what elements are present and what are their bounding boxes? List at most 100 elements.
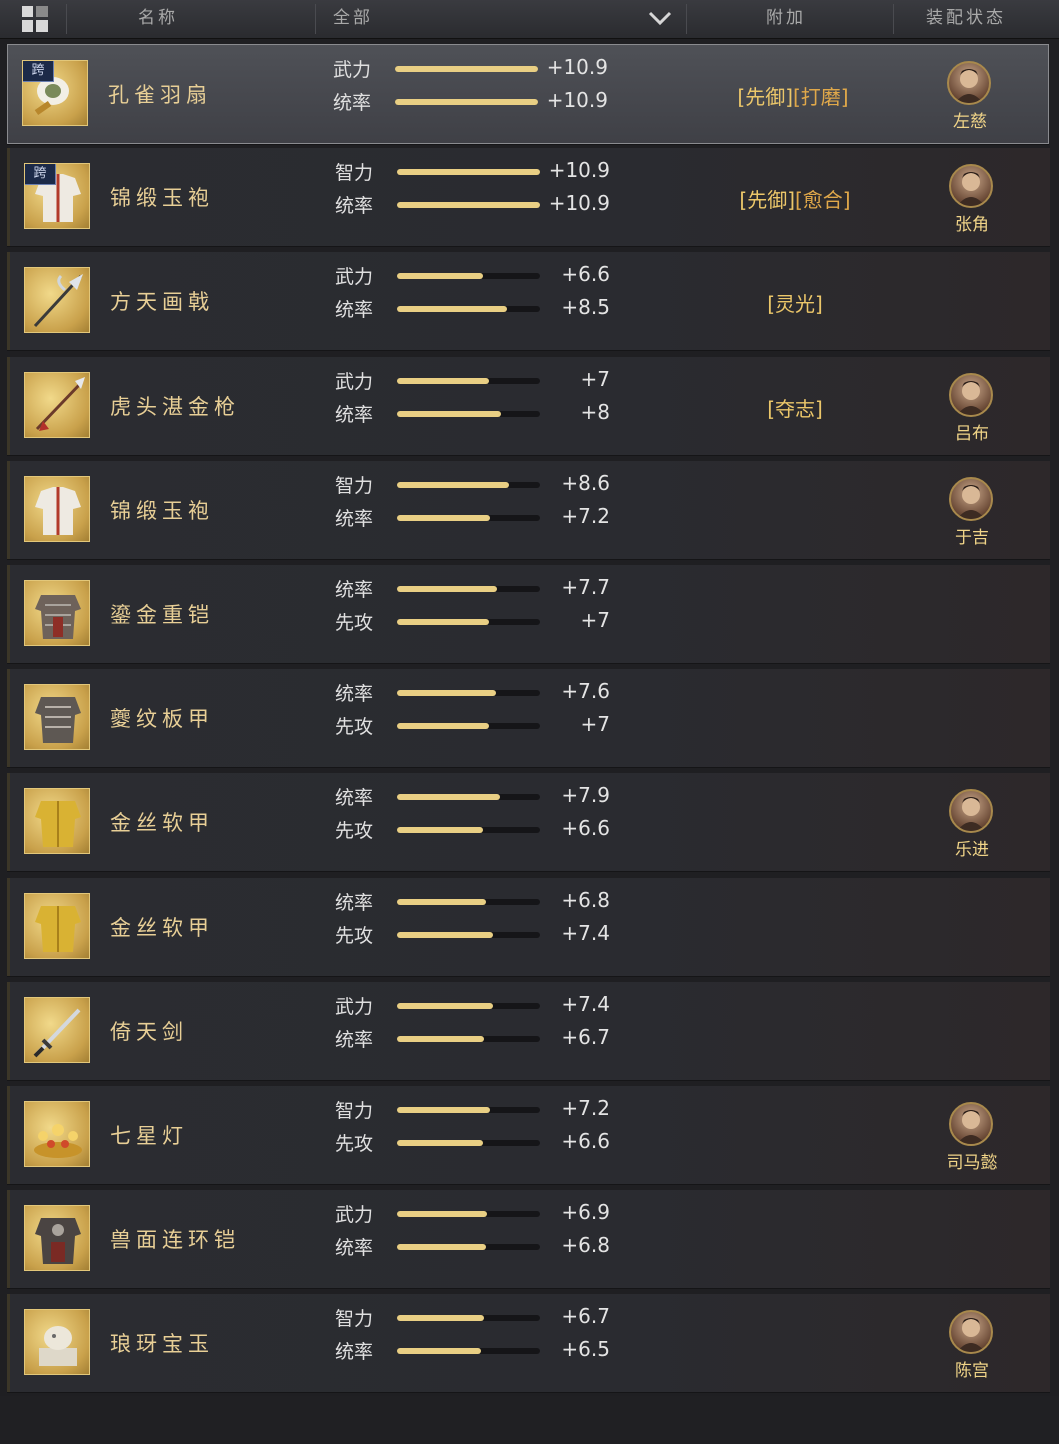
stat-value: +10.9 (548, 191, 610, 215)
hero-avatar[interactable] (949, 1102, 993, 1146)
stat-label: 智力 (335, 475, 374, 497)
extra-effects: [灵光] (700, 288, 890, 317)
stat-value: +6.8 (561, 888, 610, 912)
extra-effect-tag: [灵光] (767, 292, 823, 316)
stat-value: +6.6 (561, 1129, 610, 1153)
stat-bar-fill (397, 619, 489, 625)
equipment-row[interactable]: 金丝软甲 统率 +7.9 先攻 +6.6 乐进 (7, 773, 1050, 871)
chain-armor-icon (24, 1205, 90, 1271)
heavy-armor-icon (24, 580, 90, 646)
equipped-hero-name: 陈宫 (955, 1361, 989, 1381)
item-name: 琅玡宝玉 (110, 1332, 214, 1356)
stat-label: 智力 (335, 1308, 374, 1330)
equipment-row[interactable]: 虎头湛金枪 武力 +7 统率 +8 [夺志] 吕布 (7, 357, 1050, 455)
stat-bar-fill (395, 99, 538, 105)
hero-avatar[interactable] (949, 164, 993, 208)
stat-bar-fill (397, 1211, 487, 1217)
equipment-row[interactable]: 兽面连环铠 武力 +6.9 统率 +6.8 (7, 1190, 1050, 1288)
hero-avatar[interactable] (949, 1310, 993, 1354)
stat-bar-fill (397, 1244, 486, 1250)
stat-bar-fill (397, 1348, 481, 1354)
item-name: 锦缎玉袍 (110, 186, 214, 210)
equipped-hero-name: 左慈 (953, 112, 987, 132)
name-column-header[interactable]: 名称 (138, 0, 178, 38)
hero-avatar[interactable] (949, 789, 993, 833)
equipment-row[interactable]: 金丝软甲 统率 +6.8 先攻 +7.4 (7, 878, 1050, 976)
equipped-hero-name: 吕布 (955, 424, 989, 444)
item-name: 孔雀羽扇 (108, 83, 212, 107)
stat-bar-fill (397, 932, 493, 938)
hero-avatar[interactable] (949, 477, 993, 521)
list-footer (0, 1396, 1059, 1444)
stat-bar (397, 306, 540, 312)
chevron-down-icon[interactable] (648, 10, 672, 26)
stat-bar (397, 1211, 540, 1217)
stat-value: +10.9 (546, 55, 608, 79)
stat-value: +6.8 (561, 1233, 610, 1257)
stat-bar (397, 619, 540, 625)
extra-column-header[interactable]: 附加 (766, 0, 806, 38)
stat-bar (395, 66, 538, 72)
stat-value: +7 (580, 712, 610, 736)
gold-armor-icon (24, 893, 90, 959)
stat-value: +7.6 (561, 679, 610, 703)
stat-value: +7.7 (561, 575, 610, 599)
stat-value: +7.9 (561, 783, 610, 807)
stat-label: 统率 (335, 195, 374, 217)
stat-bar-fill (397, 899, 486, 905)
stat-bar-fill (397, 586, 497, 592)
equipment-row[interactable]: 夔纹板甲 统率 +7.6 先攻 +7 (7, 669, 1050, 767)
stat-bar (397, 1244, 540, 1250)
stat-bar (397, 515, 540, 521)
stat-bar-fill (397, 1315, 484, 1321)
robe-icon: 跨 (24, 163, 90, 229)
stat-bar (397, 202, 540, 208)
equipment-row[interactable]: 方天画戟 武力 +6.6 统率 +8.5 [灵光] (7, 252, 1050, 350)
extra-effects: [先御][打磨] (698, 81, 888, 110)
stat-bar-fill (397, 690, 496, 696)
hero-avatar[interactable] (947, 61, 991, 105)
lamp-icon (24, 1101, 90, 1167)
extra-effect-tag: [夺志] (767, 397, 823, 421)
cross-server-badge: 跨 (23, 61, 54, 82)
stat-label: 统率 (335, 1237, 374, 1259)
stat-label: 统率 (333, 92, 372, 114)
status-column-header[interactable]: 装配状态 (926, 0, 1006, 38)
equipment-row[interactable]: 七星灯 智力 +7.2 先攻 +6.6 司马懿 (7, 1086, 1050, 1184)
stat-bar-fill (397, 794, 500, 800)
extra-effects: [夺志] (700, 393, 890, 422)
stat-label: 统率 (335, 1341, 374, 1363)
stat-value: +6.7 (561, 1304, 610, 1328)
stat-label: 统率 (335, 1029, 374, 1051)
stat-bar (397, 932, 540, 938)
hero-avatar[interactable] (949, 373, 993, 417)
stat-bar (397, 1140, 540, 1146)
attribute-filter-dropdown[interactable]: 全部 (333, 0, 373, 38)
equipment-row[interactable]: 锦缎玉袍 智力 +8.6 统率 +7.2 于吉 (7, 461, 1050, 559)
stat-label: 先攻 (335, 716, 374, 738)
stat-bar-fill (397, 482, 509, 488)
stat-label: 统率 (335, 299, 374, 321)
equipment-row[interactable]: 琅玡宝玉 智力 +6.7 统率 +6.5 陈宫 (7, 1294, 1050, 1392)
extra-effect-tag: [打磨] (793, 85, 849, 109)
equipment-row[interactable]: 鎏金重铠 统率 +7.7 先攻 +7 (7, 565, 1050, 663)
item-name: 七星灯 (110, 1124, 188, 1148)
equipment-row[interactable]: 跨孔雀羽扇 武力 +10.9 统率 +10.9 [先御][打磨] 左慈 (7, 44, 1049, 144)
stat-label: 智力 (335, 1100, 374, 1122)
stat-bar (397, 586, 540, 592)
stat-bar (397, 1003, 540, 1009)
stat-value: +6.6 (561, 262, 610, 286)
equipment-row[interactable]: 跨锦缎玉袍 智力 +10.9 统率 +10.9 [先御][愈合] 张角 (7, 148, 1050, 246)
stat-bar-fill (397, 1107, 490, 1113)
stat-bar (397, 723, 540, 729)
stat-label: 先攻 (335, 1133, 374, 1155)
stat-bar (397, 899, 540, 905)
stat-bar (397, 378, 540, 384)
stat-value: +8.5 (561, 295, 610, 319)
stat-bar (397, 273, 540, 279)
equipment-row[interactable]: 倚天剑 武力 +7.4 统率 +6.7 (7, 982, 1050, 1080)
cross-server-badge: 跨 (25, 164, 56, 185)
layout-toggle-icon[interactable] (22, 6, 48, 32)
stat-label: 统率 (335, 579, 374, 601)
equipped-hero-name: 于吉 (955, 528, 989, 548)
